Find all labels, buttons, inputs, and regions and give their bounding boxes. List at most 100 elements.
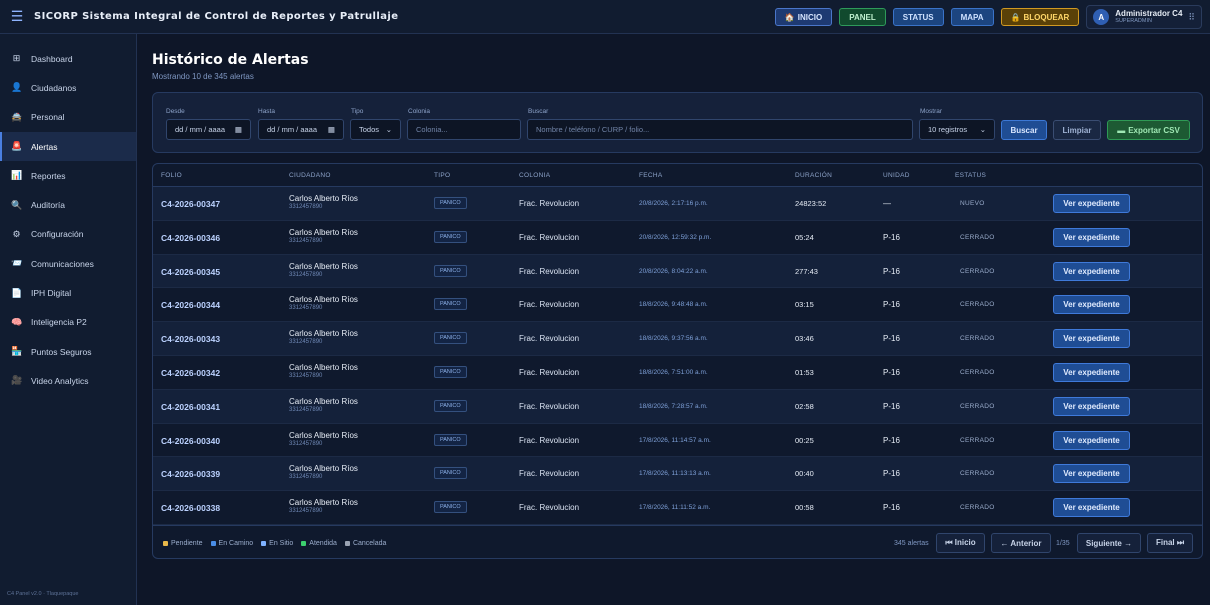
- filters-panel: Desde dd / mm / aaaa ▦ Hasta dd / mm / aa…: [152, 92, 1203, 153]
- sidebar-item-ciudadanos[interactable]: 👤 Ciudadanos: [0, 73, 136, 102]
- folio-link[interactable]: C4-2026-00339: [161, 469, 220, 479]
- ver-expediente-button[interactable]: Ver expediente: [1053, 295, 1130, 315]
- sidebar-item-iph-digital[interactable]: 📄 IPH Digital: [0, 278, 136, 307]
- folio-link[interactable]: C4-2026-00340: [161, 436, 220, 446]
- ver-expediente-button[interactable]: Ver expediente: [1053, 363, 1130, 382]
- tipo-badge: PANICO: [434, 230, 467, 243]
- pagination-first-button[interactable]: ⏮ Inicio: [936, 533, 985, 553]
- sidebar-item-reportes[interactable]: 📊 Reportes: [0, 161, 136, 190]
- inicio-button[interactable]: 🏠 INICIO: [774, 8, 833, 26]
- search-input[interactable]: Nombre / teléfono / CURP / folio...: [527, 119, 913, 140]
- ver-expediente-button[interactable]: Ver expediente: [1053, 430, 1130, 450]
- citizen-name: Carlos Alberto Ríos: [289, 498, 358, 508]
- table-row[interactable]: C4-2026-00347 Carlos Alberto Ríos 33124578…: [153, 187, 1202, 221]
- legend-swatch: [344, 541, 350, 546]
- folio-link[interactable]: C4-2026-00343: [161, 334, 220, 344]
- sidebar-item-configuraci-n[interactable]: ⚙ Configuración: [0, 220, 136, 249]
- colonia-label: Colonia: [408, 108, 431, 115]
- citizen-name: Carlos Alberto Ríos: [289, 194, 358, 203]
- sidebar-item-dashboard[interactable]: ⊞ Dashboard: [0, 44, 136, 73]
- folio-link[interactable]: C4-2026-00338: [161, 503, 220, 513]
- sidebar-item-label: Alertas: [31, 141, 58, 152]
- citizen-name: Carlos Alberto Ríos: [289, 430, 358, 440]
- ver-expediente-button[interactable]: Ver expediente: [1053, 329, 1130, 349]
- limpiar-button[interactable]: Limpiar: [1053, 120, 1101, 140]
- legend-swatch: [301, 541, 307, 546]
- ver-expediente-button[interactable]: Ver expediente: [1053, 464, 1130, 484]
- sidebar-item-puntos-seguros[interactable]: 🏪 Puntos Seguros: [0, 337, 136, 366]
- status-badge: CERRADO: [960, 301, 995, 309]
- panel-button[interactable]: PANEL: [839, 8, 886, 26]
- total-count: 345 alertas: [894, 540, 929, 547]
- mapa-button[interactable]: MAPA: [950, 8, 994, 26]
- citizen-phone: 3312457890: [289, 508, 323, 515]
- mostrar-select[interactable]: 10 registros ⌄: [919, 119, 995, 140]
- hasta-date-input[interactable]: dd / mm / aaaa ▦: [258, 119, 344, 140]
- duracion-cell: 00:40: [795, 469, 814, 479]
- sidebar-item-label: Ciudadanos: [31, 82, 77, 93]
- colonia-cell: Frac. Revolucion: [519, 435, 580, 445]
- sidebar-item-alertas[interactable]: 🚨 Alertas: [0, 131, 136, 162]
- table-row[interactable]: C4-2026-00343 Carlos Alberto Ríos 33124578…: [153, 322, 1202, 356]
- legend-swatch: [210, 541, 216, 546]
- hamburger-icon[interactable]: ☰: [0, 0, 34, 34]
- status-badge: CERRADO: [960, 470, 995, 478]
- folio-link[interactable]: C4-2026-00341: [161, 402, 220, 412]
- folio-link[interactable]: C4-2026-00345: [161, 267, 220, 277]
- citizen-phone: 3312457890: [289, 474, 323, 481]
- column-header-ciudadano: CIUDADANO: [289, 172, 331, 179]
- column-header-folio: FOLIO: [161, 172, 183, 179]
- bloquear-button[interactable]: 🔒 BLOQUEAR: [1000, 8, 1080, 26]
- colonia-input[interactable]: Colonia...: [407, 119, 521, 140]
- table-row[interactable]: C4-2026-00344 Carlos Alberto Ríos 33124578…: [153, 288, 1202, 323]
- colonia-cell: Frac. Revolucion: [519, 266, 580, 276]
- table-row[interactable]: C4-2026-00345 Carlos Alberto Ríos 33124578…: [153, 254, 1202, 289]
- table-row[interactable]: C4-2026-00340 Carlos Alberto Ríos 33124578…: [153, 424, 1202, 458]
- duracion-cell: 03:46: [795, 334, 814, 344]
- exportar-csv-button[interactable]: ▬ Exportar CSV: [1107, 120, 1190, 140]
- table-row[interactable]: C4-2026-00339 Carlos Alberto Ríos 33124578…: [153, 457, 1202, 492]
- folio-link[interactable]: C4-2026-00347: [161, 199, 220, 209]
- citizen-phone: 3312457890: [289, 440, 323, 447]
- sidebar-item-comunicaciones[interactable]: 📨 Comunicaciones: [0, 249, 136, 278]
- spreadsheet-icon: ▬: [1117, 125, 1126, 135]
- tipo-label: Tipo: [351, 108, 364, 115]
- desde-date-input[interactable]: dd / mm / aaaa ▦: [166, 119, 251, 140]
- table-row[interactable]: C4-2026-00338 Carlos Alberto Ríos 33124578…: [153, 491, 1202, 525]
- duracion-cell: 01:53: [795, 368, 814, 377]
- tipo-badge: PANICO: [434, 197, 467, 209]
- ver-expediente-button[interactable]: Ver expediente: [1053, 194, 1130, 213]
- sidebar-item-inteligencia-p2[interactable]: 🧠 Inteligencia P2: [0, 308, 136, 337]
- pagination-next-button[interactable]: Siguiente →: [1077, 533, 1141, 553]
- citizen-name: Carlos Alberto Ríos: [289, 464, 358, 474]
- sidebar-item-personal[interactable]: 🚔 Personal: [0, 103, 136, 132]
- user-menu[interactable]: A Administrador C4 SUPERADMIN ⠿: [1086, 5, 1202, 29]
- folio-link[interactable]: C4-2026-00342: [161, 368, 220, 378]
- column-header-tipo: TIPO: [434, 172, 451, 179]
- desde-value: dd / mm / aaaa: [175, 125, 226, 134]
- folio-link[interactable]: C4-2026-00344: [161, 300, 220, 310]
- video-icon: 🎥: [11, 375, 23, 386]
- ver-expediente-button[interactable]: Ver expediente: [1053, 261, 1130, 281]
- ver-expediente-button[interactable]: Ver expediente: [1053, 227, 1130, 247]
- pagination-previous-button[interactable]: ← Anterior: [991, 533, 1051, 553]
- sidebar-item-auditor-a[interactable]: 🔍 Auditoría: [0, 190, 136, 219]
- sidebar-item-video-analytics[interactable]: 🎥 Video Analytics: [0, 366, 136, 395]
- table-row[interactable]: C4-2026-00342 Carlos Alberto Ríos 33124578…: [153, 356, 1202, 390]
- table-header: FOLIO CIUDADANO TIPO COLONIA FECHA DURAC…: [153, 164, 1202, 187]
- app-title: SICORP Sistema Integral de Control de Re…: [34, 11, 399, 22]
- column-header-fecha: FECHA: [639, 172, 663, 179]
- status-button[interactable]: STATUS: [892, 8, 944, 26]
- pagination-last-button[interactable]: Final ⏭: [1147, 533, 1193, 553]
- buscar-button[interactable]: Buscar: [1001, 120, 1047, 140]
- sidebar: ⊞ Dashboard 👤 Ciudadanos 🚔 Personal 🚨 Alertas 📊 R…: [0, 34, 137, 605]
- legend-swatch: [261, 541, 267, 546]
- tipo-select[interactable]: Todos ⌄: [350, 119, 401, 140]
- ver-expediente-button[interactable]: Ver expediente: [1053, 396, 1130, 416]
- ver-expediente-button[interactable]: Ver expediente: [1053, 498, 1130, 518]
- table-row[interactable]: C4-2026-00346 Carlos Alberto Ríos 33124578…: [153, 221, 1202, 255]
- hasta-value: dd / mm / aaaa: [267, 125, 318, 134]
- table-row[interactable]: C4-2026-00341 Carlos Alberto Ríos 33124578…: [153, 389, 1202, 424]
- folio-link[interactable]: C4-2026-00346: [161, 233, 220, 243]
- legend-item: Cancelada: [344, 540, 386, 547]
